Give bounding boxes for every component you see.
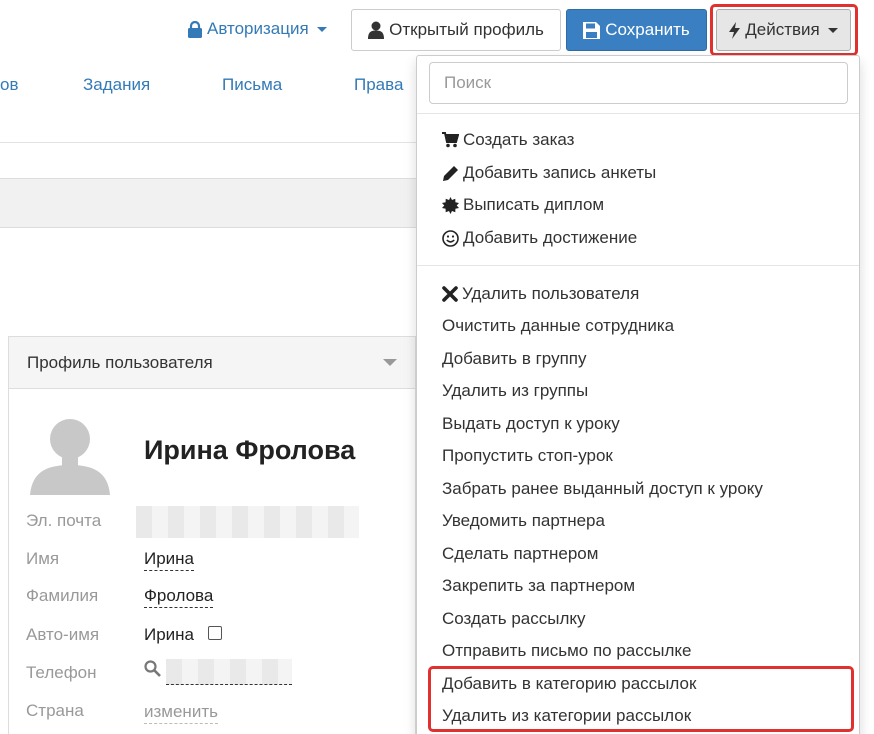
menu-item-create-mailing[interactable]: Создать рассылку [442,609,586,629]
tab-courses[interactable]: ов [0,75,19,95]
menu-item-label: Отправить письмо по рассылке [442,641,692,660]
last-name-field[interactable]: Фролова [144,585,214,608]
open-profile-button[interactable]: Открытый профиль [351,9,561,51]
menu-item-label: Забрать ранее выданный доступ к уроку [442,479,763,498]
menu-item-issue-diploma[interactable]: Выписать диплом [442,195,604,215]
search-icon[interactable] [144,660,161,677]
tab-rights[interactable]: Права [354,75,403,95]
cart-icon [442,132,459,148]
tab-tasks[interactable]: Задания [83,75,150,95]
open-profile-label: Открытый профиль [389,20,544,39]
user-icon [368,21,385,39]
save-label: Сохранить [605,20,690,39]
menu-item-label: Добавить в группу [442,349,587,368]
mailing-category-highlight [428,666,854,732]
panel-title: Профиль пользователя [27,352,213,372]
menu-item-label: Пропустить стоп-урок [442,446,613,465]
save-button[interactable]: Сохранить [566,9,707,51]
first-name-label: Имя [26,549,60,568]
dropdown-search-input[interactable] [429,62,848,104]
auto-name-checkbox[interactable] [208,626,222,640]
actions-button-highlight [710,4,858,56]
menu-item-clear-employee-data[interactable]: Очистить данные сотрудника [442,316,674,336]
menu-item-delete-user[interactable]: Удалить пользователя [442,284,639,304]
menu-item-label: Закрепить за партнером [442,576,636,595]
certificate-icon [442,196,459,214]
country-label: Страна [26,701,84,720]
phone-label: Телефон [26,663,97,682]
actions-dropdown-menu: Создать заказ Добавить запись анкеты Вып… [416,55,860,734]
menu-item-label: Удалить пользователя [462,284,640,303]
last-name-label: Фамилия [26,586,99,605]
auto-name-value: Ирина [144,625,195,644]
menu-item-revoke-lesson-access[interactable]: Забрать ранее выданный доступ к уроку [442,479,763,499]
menu-item-label: Очистить данные сотрудника [442,316,675,335]
menu-item-create-order[interactable]: Создать заказ [442,130,574,150]
pencil-icon [443,165,458,181]
menu-item-label: Выдать доступ к уроку [442,414,620,433]
smile-icon [442,229,459,247]
authorization-label: Авторизация [207,19,309,38]
chevron-down-icon [316,26,327,32]
auto-name-label: Авто-имя [26,625,100,644]
divider [417,113,859,114]
toolbar-band [0,178,420,228]
menu-item-label: Создать заказ [463,130,575,149]
divider [0,142,420,143]
menu-item-label: Удалить из группы [442,381,589,400]
menu-item-add-achievement[interactable]: Добавить достижение [442,228,637,248]
floppy-icon [583,21,601,39]
lock-icon [188,20,202,38]
country-change-link[interactable]: изменить [144,701,218,724]
chevron-down-icon[interactable] [383,359,397,366]
menu-item-notify-partner[interactable]: Уведомить партнера [442,511,605,531]
first-name-field[interactable]: Ирина [144,548,195,571]
avatar [30,419,110,495]
menu-item-label: Создать рассылку [442,609,586,628]
email-value-blurred[interactable] [136,506,359,538]
menu-item-skip-stop-lesson[interactable]: Пропустить стоп-урок [442,446,613,466]
menu-item-send-mailing-letter[interactable]: Отправить письмо по рассылке [442,641,691,661]
authorization-dropdown[interactable]: Авторизация [188,19,327,39]
menu-item-make-partner[interactable]: Сделать партнером [442,544,598,564]
menu-item-grant-lesson-access[interactable]: Выдать доступ к уроку [442,414,620,434]
menu-item-remove-from-group[interactable]: Удалить из группы [442,381,588,401]
tab-letters[interactable]: Письма [222,75,282,95]
menu-item-label: Уведомить партнера [442,511,605,530]
menu-item-add-form-record[interactable]: Добавить запись анкеты [442,163,656,183]
phone-value-blurred[interactable] [166,659,292,685]
menu-item-label: Сделать партнером [442,544,599,563]
menu-item-add-to-group[interactable]: Добавить в группу [442,349,586,369]
email-label: Эл. почта [26,511,102,530]
panel-header[interactable]: Профиль пользователя [9,337,415,389]
menu-item-label: Добавить запись анкеты [463,163,657,182]
remove-icon [442,286,458,302]
menu-item-label: Добавить достижение [463,228,638,247]
divider [417,265,859,266]
menu-item-assign-to-partner[interactable]: Закрепить за партнером [442,576,635,596]
menu-item-label: Выписать диплом [463,195,605,214]
user-full-name: Ирина Фролова [144,435,356,465]
